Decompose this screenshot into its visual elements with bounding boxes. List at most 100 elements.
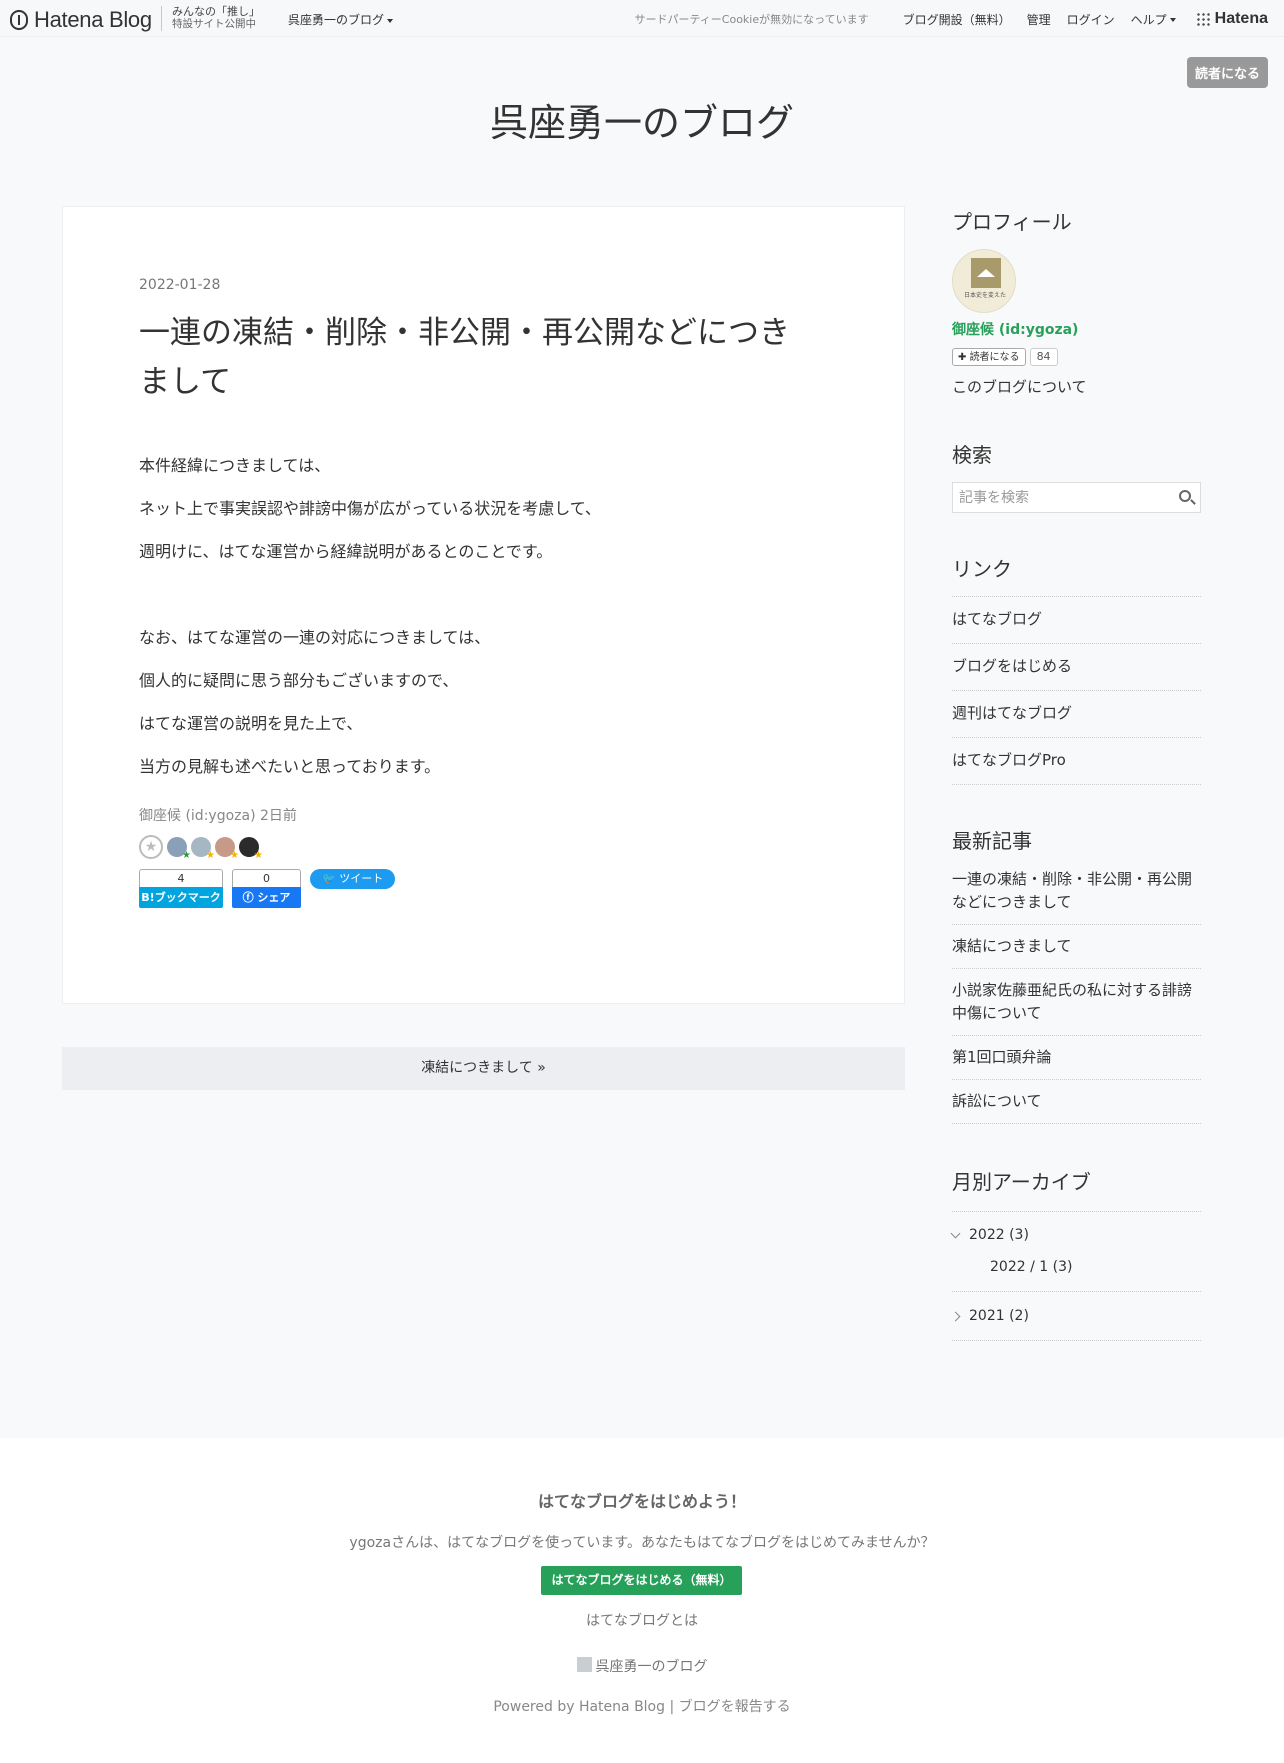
star-user-avatar[interactable]: ★ [167, 837, 191, 861]
entry-paragraph: 週明けに、はてな運営から経緯説明があるとのことです。 [139, 542, 553, 561]
search-icon[interactable] [1179, 490, 1191, 502]
archive-year-2021[interactable]: 2021 (2) [950, 1292, 1201, 1341]
promo-link[interactable]: みんなの「推し」 特設サイト公開中 [172, 5, 260, 31]
star-icon: ★ [254, 850, 263, 861]
blog-title[interactable]: 呉座勇一のブログ [0, 92, 1284, 147]
recent-item[interactable]: 凍結につきまして [952, 925, 1201, 969]
footer-blog-name[interactable]: 呉座勇一のブログ [0, 1656, 1284, 1676]
tweet-label: ツイート [339, 872, 384, 885]
plus-icon: ✚ [958, 352, 970, 363]
footer-description: ygozaさんは、はてなブログを使っています。あなたもはてなブログをはじめてみま… [349, 1535, 935, 1551]
chevron-down-icon[interactable] [950, 1228, 961, 1238]
star-icon: ★ [230, 850, 239, 861]
article-card: 2022-01-28 一連の凍結・削除・非公開・再公開などにつきまして 本件経緯… [62, 206, 905, 1004]
archive-module: 月別アーカイブ 2022 (3) 2022 / 1 (3) 2021 (2) [950, 1166, 1201, 1341]
profile-module: プロフィール 日本史を変えた 御座候 (id:ygoza) ✚ 読者になる 84… [952, 206, 1201, 397]
report-blog-link[interactable]: ブログを報告する [679, 1699, 791, 1715]
recent-item-label[interactable]: 凍結につきまして [952, 937, 1072, 955]
link-item-label[interactable]: ブログをはじめる [952, 657, 1072, 675]
recent-item[interactable]: 訴訟について [952, 1080, 1201, 1124]
recent-list: 一連の凍結・削除・非公開・再公開などにつきまして 凍結につきまして 小説家佐藤亜… [952, 868, 1201, 1124]
admin-link[interactable]: 管理 [1027, 11, 1051, 28]
header-divider [161, 6, 162, 31]
recent-item[interactable]: 一連の凍結・削除・非公開・再公開などにつきまして [952, 868, 1201, 925]
recent-item[interactable]: 第1回口頭弁論 [952, 1036, 1201, 1080]
links-module: リンク はてなブログ ブログをはじめる 週刊はてなブログ はてなブログPro [952, 553, 1201, 785]
hatena-dots-icon [1195, 12, 1210, 26]
recent-item-label[interactable]: 一連の凍結・削除・非公開・再公開などにつきまして [952, 870, 1192, 911]
powered-by-link[interactable]: Powered by Hatena Blog [493, 1699, 665, 1715]
recent-entries-module: 最新記事 一連の凍結・削除・非公開・再公開などにつきまして 凍結につきまして 小… [952, 825, 1201, 1124]
star-user-avatar[interactable]: ★ [191, 837, 215, 861]
reader-subscribe-button[interactable]: ✚ 読者になる [952, 348, 1026, 366]
link-item[interactable]: はてなブログ [952, 597, 1201, 644]
help-label: ヘルプ [1130, 12, 1167, 27]
search-module: 検索 [952, 439, 1201, 513]
profile-name[interactable]: 御座候 (id:ygoza) [952, 319, 1201, 339]
link-item-label[interactable]: はてなブログ [952, 610, 1042, 628]
entry-paragraph-blank [139, 584, 839, 627]
cookie-notice: サードパーティーCookieが無効になっています [634, 13, 869, 26]
start-blog-button[interactable]: はてなブログをはじめる（無料） [541, 1566, 742, 1595]
star-user-avatar[interactable]: ★ [239, 837, 263, 861]
facebook-share-text: シェア [257, 891, 291, 904]
footer-heading: はてなブログをはじめよう！ [537, 1492, 746, 1511]
about-hatena-blog-link[interactable]: はてなブログとは [0, 1610, 1284, 1630]
hatena-blog-logo[interactable]: Hatena Blog [10, 7, 152, 33]
star-icon: ★ [206, 850, 215, 861]
login-link[interactable]: ログイン [1067, 11, 1115, 28]
search-box [952, 482, 1201, 513]
next-entry-link[interactable]: 凍結につきまして » [62, 1047, 905, 1090]
link-item[interactable]: ブログをはじめる [952, 644, 1201, 691]
recent-item-label[interactable]: 第1回口頭弁論 [952, 1048, 1052, 1066]
entry-paragraph: 個人的に疑問に思う部分もございますので、 [139, 671, 459, 690]
recent-item-label[interactable]: 訴訟について [952, 1092, 1042, 1110]
search-title: 検索 [952, 443, 992, 467]
about-blog-link[interactable]: このブログについて [952, 376, 1201, 397]
footer-blog-name-label[interactable]: 呉座勇一のブログ [596, 1659, 708, 1675]
search-input[interactable] [953, 483, 1163, 512]
bookmark-count: 4 [139, 869, 223, 887]
star-user-avatar[interactable]: ★ [215, 837, 239, 861]
chevron-right-icon[interactable] [950, 1311, 961, 1321]
bookmark-label: B!ブックマーク [139, 887, 223, 908]
link-item[interactable]: 週刊はてなブログ [952, 691, 1201, 738]
link-item[interactable]: はてなブログPro [952, 738, 1201, 785]
link-item-label[interactable]: 週刊はてなブログ [952, 704, 1072, 722]
entry-date[interactable]: 2022-01-28 [139, 277, 220, 293]
archive-year-label[interactable]: 2022 (3) [969, 1227, 1029, 1243]
blog-menu-dropdown[interactable]: 呉座勇一のブログ [288, 11, 394, 28]
subscribe-button[interactable]: 読者になる [1186, 57, 1268, 88]
hatena-logo[interactable]: Hatena [1195, 10, 1268, 28]
recent-item-label[interactable]: 小説家佐藤亜紀氏の私に対する誹謗中傷について [952, 981, 1192, 1022]
link-item-label[interactable]: はてなブログPro [952, 751, 1066, 769]
recent-item[interactable]: 小説家佐藤亜紀氏の私に対する誹謗中傷について [952, 969, 1201, 1036]
hatena-logo-text: Hatena [1214, 10, 1268, 27]
archive-year-label[interactable]: 2021 (2) [969, 1308, 1029, 1324]
profile-avatar[interactable]: 日本史を変えた [952, 249, 1016, 313]
entry-paragraph: はてな運営の説明を見た上で、 [139, 714, 363, 733]
entry-title[interactable]: 一連の凍結・削除・非公開・再公開などにつきまして [139, 309, 819, 407]
reader-subscribe-label: 読者になる [969, 352, 1020, 363]
logo-text: Hatena Blog [34, 7, 152, 32]
create-blog-link[interactable]: ブログ開設（無料） [903, 11, 1011, 28]
promo-line2: 特設サイト公開中 [172, 18, 256, 30]
hatena-bookmark-button[interactable]: 4 B!ブックマーク [139, 869, 223, 909]
facebook-share-button[interactable]: 0 ⓕ シェア [232, 869, 301, 909]
entry-paragraph: ネット上で事実誤認や誹謗中傷が広がっている状況を考慮して、 [139, 499, 601, 518]
reader-count[interactable]: 84 [1029, 348, 1058, 366]
facebook-share-label: ⓕ シェア [232, 887, 301, 908]
help-dropdown[interactable]: ヘルプ [1131, 11, 1176, 28]
archive-year-2022[interactable]: 2022 (3) [950, 1212, 1201, 1243]
links-title: リンク [952, 557, 1012, 581]
entry-author-line[interactable]: 御座候 (id:ygoza) 2日前 [139, 805, 297, 825]
add-star-icon[interactable]: ★ [139, 835, 163, 859]
facebook-share-count: 0 [232, 869, 301, 887]
archive-title: 月別アーカイブ [952, 1170, 1091, 1194]
sidebar: プロフィール 日本史を変えた 御座候 (id:ygoza) ✚ 読者になる 84… [950, 206, 1201, 1341]
tweet-button[interactable]: 🐦 ツイート [310, 869, 396, 889]
archive-month-2022-1[interactable]: 2022 / 1 (3) [952, 1243, 1201, 1292]
avatar-caption: 日本史を変えた [963, 292, 1006, 299]
hatena-blog-logo-icon [10, 10, 28, 30]
global-header: Hatena Blog みんなの「推し」 特設サイト公開中 呉座勇一のブログ サ… [0, 0, 1284, 37]
